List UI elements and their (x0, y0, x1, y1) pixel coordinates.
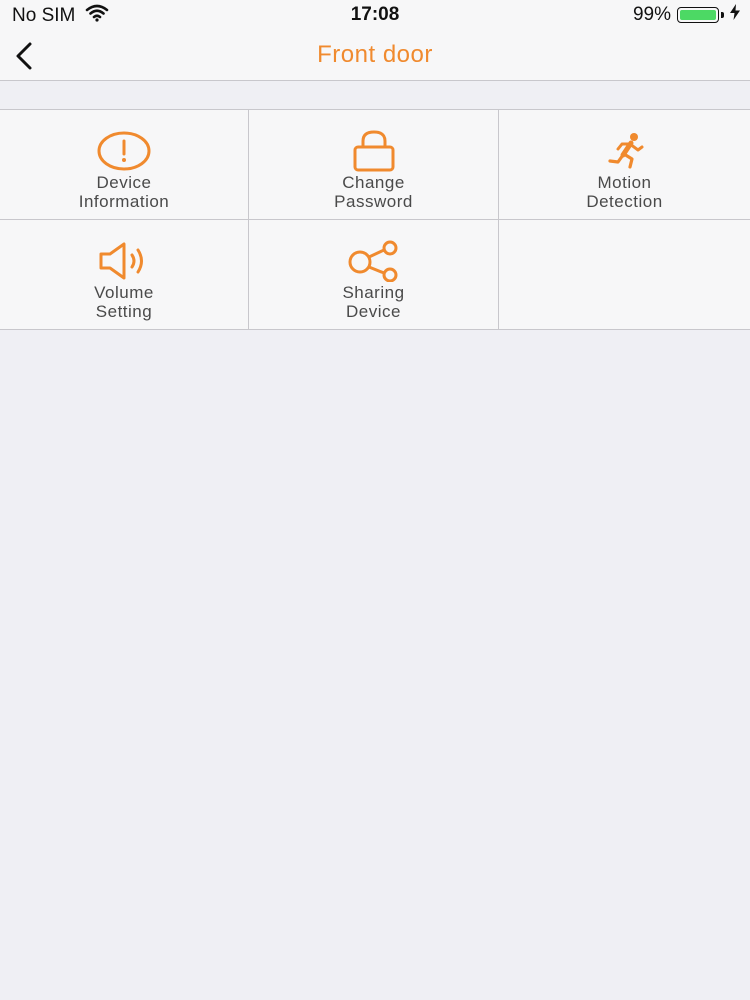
menu-item-label: Sharing Device (342, 283, 405, 321)
menu-item-device-information[interactable]: Device Information (0, 110, 249, 220)
battery-group: 99% (633, 4, 740, 26)
menu-item-label: Volume Setting (94, 283, 154, 321)
lock-icon (249, 130, 498, 172)
battery-cap (721, 12, 724, 18)
battery-icon (677, 7, 719, 23)
menu-item-label: Motion Detection (586, 173, 663, 211)
menu-item-label: Device Information (78, 173, 170, 211)
charging-bolt-icon (730, 4, 740, 26)
status-bar: No SIM 17:08 99% (0, 0, 750, 30)
alert-circle-icon (0, 130, 248, 172)
settings-grid: Device Information Change Password Motio… (0, 109, 750, 330)
share-icon (249, 240, 498, 282)
running-person-icon (499, 130, 750, 172)
menu-item-change-password[interactable]: Change Password (249, 110, 499, 220)
speaker-icon (0, 240, 248, 282)
menu-item-motion-detection[interactable]: Motion Detection (499, 110, 750, 220)
page-title: Front door (317, 41, 433, 68)
menu-item-sharing-device[interactable]: Sharing Device (249, 220, 499, 330)
navigation-bar: Front door (0, 30, 750, 81)
menu-item-label: Change Password (334, 173, 413, 211)
menu-item-volume-setting[interactable]: Volume Setting (0, 220, 249, 330)
battery-level-fill (680, 10, 716, 20)
battery-percent: 99% (632, 4, 671, 25)
empty-grid-cell (499, 220, 750, 330)
